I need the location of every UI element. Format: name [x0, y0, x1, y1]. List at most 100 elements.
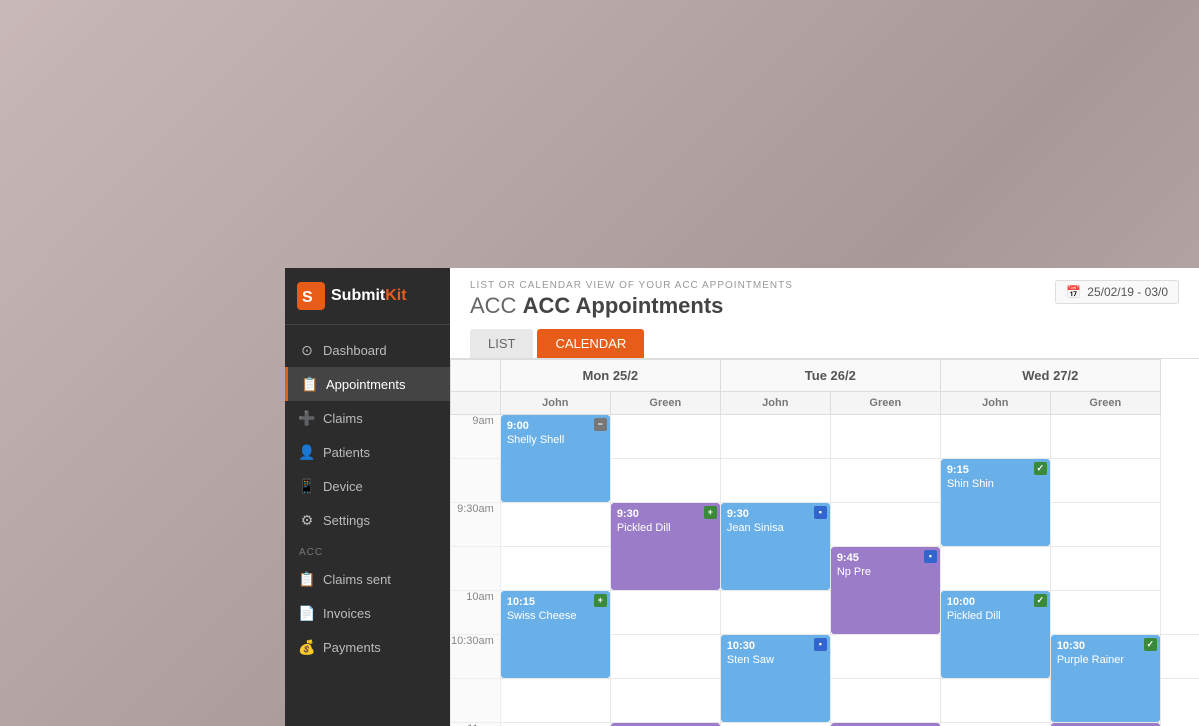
- sidebar-item-device[interactable]: 📱 Device: [285, 469, 450, 503]
- calendar-cell[interactable]: [830, 415, 940, 459]
- acc-section-label: ACC: [285, 537, 450, 562]
- calendar-cell[interactable]: 11:00Shelly Shell−: [830, 723, 940, 726]
- appointment-time: 9:45: [837, 551, 934, 565]
- calendar-cell[interactable]: [830, 459, 940, 503]
- main-content: LIST OR CALENDAR VIEW OF YOUR ACC APPOIN…: [450, 268, 1199, 726]
- payments-icon: 💰: [299, 639, 315, 655]
- calendar-cell[interactable]: 10:30Purple Rainer✓: [1050, 635, 1160, 723]
- tab-calendar[interactable]: CALENDAR: [537, 329, 644, 358]
- appointment-block[interactable]: 9:00Shelly Shell−: [501, 415, 610, 502]
- provider-wed-john: John: [940, 392, 1050, 415]
- calendar-cell[interactable]: [500, 723, 610, 726]
- calendar-cell[interactable]: [940, 723, 1050, 726]
- calendar-cell[interactable]: 11:00Pickled Dill−: [610, 723, 720, 726]
- appointment-time: 10:00: [947, 595, 1044, 609]
- date-range-text: 25/02/19 - 03/0: [1087, 285, 1168, 299]
- calendar-cell[interactable]: [720, 591, 830, 635]
- calendar-cell[interactable]: [610, 635, 720, 679]
- sidebar-item-patients[interactable]: 👤 Patients: [285, 435, 450, 469]
- provider-mon-john: John: [500, 392, 610, 415]
- page-header: LIST OR CALENDAR VIEW OF YOUR ACC APPOIN…: [450, 268, 1199, 359]
- calendar-cell[interactable]: [1050, 415, 1160, 459]
- sidebar-item-claims-sent[interactable]: 📋 Claims sent: [285, 562, 450, 596]
- calendar-cell[interactable]: 10:15Swiss Cheese+: [500, 591, 610, 679]
- claims-icon: ➕: [299, 410, 315, 426]
- sidebar-item-invoices[interactable]: 📄 Invoices: [285, 596, 450, 630]
- calendar-cell[interactable]: [1050, 547, 1160, 591]
- appointment-status-icon: +: [594, 594, 607, 607]
- appointment-name: Shelly Shell: [507, 433, 604, 447]
- calendar-cell[interactable]: [500, 547, 610, 591]
- sidebar-item-label: Settings: [323, 513, 370, 528]
- calendar-cell[interactable]: 10:00Pickled Dill✓: [940, 591, 1050, 679]
- calendar-cell[interactable]: [1160, 635, 1199, 679]
- appointment-block[interactable]: 10:30Sten Saw▪: [721, 635, 830, 722]
- appointment-block[interactable]: 9:30Jean Sinisa ▪: [721, 503, 830, 590]
- calendar-cell[interactable]: [1050, 591, 1160, 635]
- calendar-cell[interactable]: [830, 679, 940, 723]
- appointment-block[interactable]: 9:15Shin Shin✓: [941, 459, 1050, 546]
- appointment-status-icon: ▪: [814, 506, 827, 519]
- calendar-cell[interactable]: [720, 415, 830, 459]
- appointment-block[interactable]: 9:30Pickled Dill+: [611, 503, 720, 590]
- date-range[interactable]: 📅 25/02/19 - 03/0: [1055, 280, 1179, 304]
- provider-wed-green: Green: [1050, 392, 1160, 415]
- appointment-time: 9:30: [727, 507, 824, 521]
- calendar-table: Mon 25/2 Tue 26/2 Wed 27/2 John Green Jo…: [450, 359, 1199, 726]
- appointment-time: 10:30: [1057, 639, 1154, 653]
- sidebar-item-label: Patients: [323, 445, 370, 460]
- appointment-status-icon: +: [704, 506, 717, 519]
- day-header-wed: Wed 27/2: [940, 360, 1160, 392]
- calendar-cell[interactable]: 9:30Pickled Dill+: [610, 503, 720, 591]
- sidebar-item-appointments[interactable]: 📋 Appointments: [285, 367, 450, 401]
- appointment-name: Pickled Dill: [617, 521, 714, 535]
- provider-mon-green: Green: [610, 392, 720, 415]
- calendar-cell[interactable]: [1050, 503, 1160, 547]
- calendar-cell[interactable]: [830, 503, 940, 547]
- dashboard-icon: ⊙: [299, 342, 315, 358]
- sidebar-item-payments[interactable]: 💰 Payments: [285, 630, 450, 664]
- appointment-name: Sten Saw: [727, 653, 824, 667]
- calendar-cell[interactable]: [500, 679, 610, 723]
- appointment-block[interactable]: 9:45Np Pre▪: [831, 547, 940, 634]
- calendar-cell[interactable]: 9:15Shin Shin✓: [940, 459, 1050, 547]
- calendar-cell[interactable]: [940, 679, 1050, 723]
- calendar-cell[interactable]: [610, 679, 720, 723]
- calendar-cell[interactable]: [610, 459, 720, 503]
- time-header: [451, 360, 501, 392]
- calendar-cell[interactable]: [830, 635, 940, 679]
- calendar-cell[interactable]: 9:00Shelly Shell−: [500, 415, 610, 503]
- appointment-status-icon: ✓: [1034, 594, 1047, 607]
- time-cell: [451, 547, 501, 591]
- calendar-cell[interactable]: [720, 459, 830, 503]
- time-cell: [451, 459, 501, 503]
- sidebar-item-label: Claims sent: [323, 572, 391, 587]
- appointment-name: Jean Sinisa: [727, 521, 824, 535]
- calendar-cell[interactable]: [610, 591, 720, 635]
- day-header-mon: Mon 25/2: [500, 360, 720, 392]
- appointment-block[interactable]: 10:15Swiss Cheese+: [501, 591, 610, 678]
- calendar-cell[interactable]: [940, 415, 1050, 459]
- appointment-block[interactable]: 10:00Pickled Dill✓: [941, 591, 1050, 678]
- calendar-area[interactable]: Mon 25/2 Tue 26/2 Wed 27/2 John Green Jo…: [450, 359, 1199, 726]
- sidebar-item-label: Payments: [323, 640, 381, 655]
- calendar-cell[interactable]: 9:45Np Pre▪: [830, 547, 940, 635]
- appointment-name: Np Pre: [837, 565, 934, 579]
- sidebar-item-label: Device: [323, 479, 363, 494]
- calendar-cell[interactable]: [1050, 459, 1160, 503]
- calendar-cell[interactable]: [500, 503, 610, 547]
- sidebar-item-claims[interactable]: ➕ Claims: [285, 401, 450, 435]
- patients-icon: 👤: [299, 444, 315, 460]
- calendar-cell[interactable]: 11:15Swiss Cheese−: [1050, 723, 1160, 726]
- calendar-cell[interactable]: [610, 415, 720, 459]
- sidebar-item-settings[interactable]: ⚙ Settings: [285, 503, 450, 537]
- calendar-cell[interactable]: [940, 547, 1050, 591]
- calendar-cell[interactable]: [720, 723, 830, 726]
- tab-list[interactable]: LIST: [470, 329, 533, 358]
- appointment-block[interactable]: 10:30Purple Rainer✓: [1051, 635, 1160, 722]
- sidebar-item-dashboard[interactable]: ⊙ Dashboard: [285, 333, 450, 367]
- calendar-cell[interactable]: 9:30Jean Sinisa ▪: [720, 503, 830, 591]
- appointments-icon: 📋: [302, 376, 318, 392]
- provider-tue-john: John: [720, 392, 830, 415]
- calendar-cell[interactable]: 10:30Sten Saw▪: [720, 635, 830, 723]
